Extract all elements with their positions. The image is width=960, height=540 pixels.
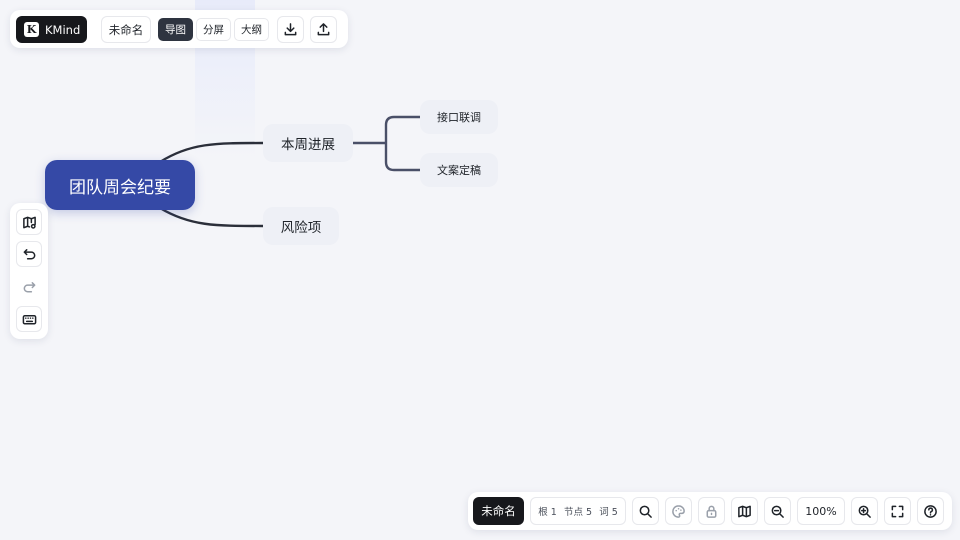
zoom-in-icon bbox=[858, 505, 871, 518]
undo-button[interactable] bbox=[16, 241, 42, 267]
search-button[interactable] bbox=[632, 497, 659, 525]
minimap-button[interactable] bbox=[731, 497, 758, 525]
view-mode-split[interactable]: 分屏 bbox=[196, 18, 231, 41]
zoom-out-icon bbox=[771, 505, 784, 518]
view-mode-outline[interactable]: 大纲 bbox=[234, 18, 269, 41]
redo-button[interactable] bbox=[16, 274, 42, 300]
root-node[interactable]: 团队周会纪要 bbox=[45, 160, 195, 210]
stat-roots: 根 1 bbox=[538, 507, 557, 518]
zoom-out-button[interactable] bbox=[764, 497, 791, 525]
upload-icon bbox=[317, 23, 330, 36]
download-icon bbox=[284, 23, 297, 36]
brand-logo: K bbox=[24, 22, 39, 37]
zoom-in-button[interactable] bbox=[851, 497, 878, 525]
subtopic-node-copy[interactable]: 文案定稿 bbox=[420, 153, 498, 187]
map-settings-icon bbox=[22, 216, 36, 229]
redo-icon bbox=[23, 281, 35, 292]
mindmap-canvas[interactable]: 团队周会纪要 本周进展 风险项 接口联调 文案定稿 bbox=[0, 0, 960, 540]
brand-button[interactable]: K KMind bbox=[16, 16, 87, 43]
view-mode-switch: 导图 分屏 大纲 bbox=[158, 16, 270, 43]
search-icon bbox=[639, 505, 652, 518]
subtopic-node-api[interactable]: 接口联调 bbox=[420, 100, 498, 134]
topic-node-risk[interactable]: 风险项 bbox=[263, 207, 339, 245]
map-settings-button[interactable] bbox=[16, 209, 42, 235]
document-stats: 根 1 节点 5 词 5 bbox=[530, 497, 626, 525]
link-progress-to-api bbox=[384, 115, 420, 143]
bottom-document-name[interactable]: 未命名 bbox=[473, 497, 524, 525]
zoom-level[interactable]: 100% bbox=[797, 497, 845, 525]
link-progress-to-copy bbox=[384, 143, 420, 172]
map-icon bbox=[738, 505, 751, 517]
help-button[interactable] bbox=[917, 497, 944, 525]
download-button[interactable] bbox=[277, 16, 304, 43]
stat-words: 词 5 bbox=[599, 507, 618, 518]
stat-nodes: 节点 5 bbox=[563, 507, 593, 518]
top-toolbar: K KMind 未命名 导图 分屏 大纲 bbox=[10, 10, 348, 48]
fullscreen-button[interactable] bbox=[884, 497, 911, 525]
left-toolbar bbox=[10, 203, 48, 339]
help-icon bbox=[924, 504, 937, 518]
document-name-button[interactable]: 未命名 bbox=[101, 16, 151, 43]
keyboard-icon bbox=[22, 314, 36, 324]
undo-icon bbox=[23, 248, 35, 259]
keyboard-shortcuts-button[interactable] bbox=[16, 306, 42, 332]
theme-button[interactable] bbox=[665, 497, 692, 525]
mindmap-connectors bbox=[159, 115, 420, 228]
lock-icon bbox=[706, 505, 717, 518]
lock-button[interactable] bbox=[698, 497, 725, 525]
brand-name: KMind bbox=[45, 22, 81, 37]
theme-icon bbox=[672, 504, 685, 518]
bottom-toolbar: 未命名 根 1 节点 5 词 5 100% bbox=[468, 492, 952, 530]
link-root-to-risk bbox=[159, 206, 264, 228]
topic-node-progress[interactable]: 本周进展 bbox=[263, 124, 353, 162]
view-mode-mindmap[interactable]: 导图 bbox=[158, 18, 193, 41]
upload-button[interactable] bbox=[310, 16, 337, 43]
fullscreen-icon bbox=[891, 505, 904, 517]
